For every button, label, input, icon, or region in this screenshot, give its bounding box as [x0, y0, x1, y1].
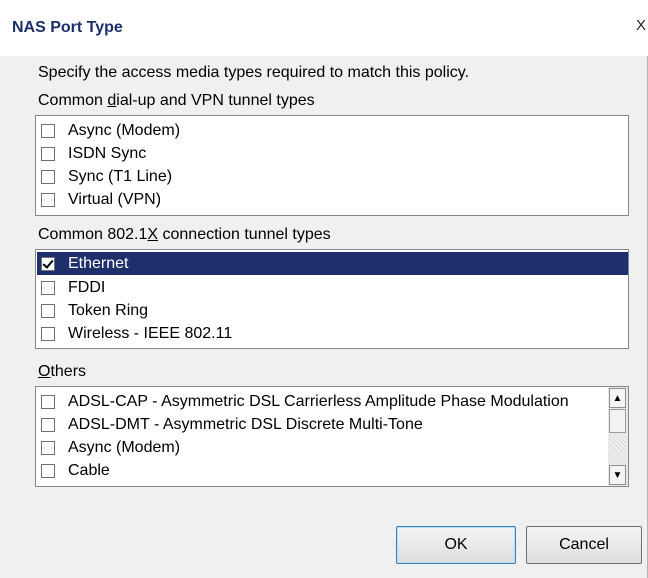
others-label-suffix: thers	[50, 363, 87, 380]
list-item-label: Sync (T1 Line)	[68, 167, 173, 185]
scroll-up-button[interactable]: ▲	[609, 388, 626, 408]
nas-port-type-dialog: NAS Port Type X Specify the access media…	[0, 0, 648, 578]
cable-checkbox[interactable]	[41, 463, 55, 478]
dot1x-label-prefix: Common 802.1	[38, 226, 148, 243]
async-modem-checkbox[interactable]	[41, 123, 55, 138]
others-label-accel: O	[38, 363, 51, 380]
list-item-label: ADSL-CAP - Asymmetric DSL Carrierless Am…	[68, 392, 569, 410]
dialup-label-suffix: ial-up and VPN tunnel types	[116, 92, 315, 109]
list-item-label: FDDI	[68, 278, 106, 296]
arrow-down-icon: ▼	[612, 469, 623, 481]
arrow-up-icon: ▲	[612, 392, 623, 404]
list-item-label: Async (Modem)	[68, 121, 181, 139]
list-item-selected[interactable]: Ethernet	[37, 252, 628, 275]
dialup-group-label: Common dial-up and VPN tunnel types	[38, 92, 315, 110]
cancel-button[interactable]: Cancel	[526, 526, 642, 564]
list-item-label: ISDN Sync	[68, 144, 147, 162]
list-item[interactable]: Wireless - IEEE 802.11	[37, 322, 627, 345]
list-item-label: Virtual (VPN)	[68, 190, 162, 208]
ok-button[interactable]: OK	[396, 526, 516, 564]
dot1x-listbox[interactable]: Ethernet FDDI Token Ring Wireless - IEEE…	[35, 249, 629, 349]
dot1x-label-accel: X	[147, 226, 159, 243]
sync-t1-checkbox[interactable]	[41, 169, 55, 184]
ethernet-checkbox[interactable]	[41, 256, 55, 271]
list-item-label: ADSL-DMT - Asymmetric DSL Discrete Multi…	[68, 415, 423, 433]
list-item[interactable]: Token Ring	[37, 299, 627, 322]
title-bar[interactable]: NAS Port Type X	[0, 0, 648, 56]
close-icon[interactable]: X	[636, 17, 648, 39]
dot1x-group-label: Common 802.1X connection tunnel types	[38, 226, 331, 244]
fddi-checkbox[interactable]	[41, 280, 55, 295]
list-item[interactable]: FDDI	[37, 276, 627, 299]
token-ring-checkbox[interactable]	[41, 303, 55, 318]
dialup-listbox[interactable]: Async (Modem) ISDN Sync Sync (T1 Line) V…	[35, 115, 629, 216]
adsl-dmt-checkbox[interactable]	[41, 417, 55, 432]
list-item[interactable]: Async (Modem)	[37, 436, 607, 459]
list-item[interactable]: ISDN Sync	[37, 142, 627, 165]
list-item[interactable]: Virtual (VPN)	[37, 188, 627, 211]
virtual-vpn-checkbox[interactable]	[41, 192, 55, 207]
list-item-label: Wireless - IEEE 802.11	[68, 324, 233, 342]
dialup-label-prefix: Common	[38, 92, 108, 109]
list-item[interactable]: Async (Modem)	[37, 119, 627, 142]
scrollbar-thumb[interactable]	[609, 409, 626, 433]
others-async-modem-checkbox[interactable]	[41, 440, 55, 455]
others-listbox[interactable]: ADSL-CAP - Asymmetric DSL Carrierless Am…	[35, 386, 629, 487]
dialog-title: NAS Port Type	[12, 19, 123, 36]
isdn-sync-checkbox[interactable]	[41, 146, 55, 161]
instruction-text: Specify the access media types required …	[38, 64, 470, 81]
list-item-label: Cable	[68, 461, 110, 479]
others-group-label: Others	[38, 363, 86, 381]
list-item[interactable]: Cable	[37, 459, 607, 482]
list-item-label: Async (Modem)	[68, 438, 181, 456]
adsl-cap-checkbox[interactable]	[41, 394, 55, 409]
list-item[interactable]: ADSL-DMT - Asymmetric DSL Discrete Multi…	[37, 413, 607, 436]
dot1x-label-suffix: connection tunnel types	[158, 226, 331, 243]
list-item[interactable]: ADSL-CAP - Asymmetric DSL Carrierless Am…	[37, 390, 607, 413]
list-item[interactable]: Sync (T1 Line)	[37, 165, 627, 188]
dialup-label-accel: d	[107, 92, 117, 109]
scroll-down-button[interactable]: ▼	[609, 465, 626, 485]
scrollbar-track[interactable]	[609, 435, 626, 452]
list-item-label: Ethernet	[68, 254, 129, 272]
wireless-checkbox[interactable]	[41, 326, 55, 341]
vertical-scrollbar[interactable]: ▲ ▼	[608, 387, 628, 486]
list-item-label: Token Ring	[68, 301, 149, 319]
